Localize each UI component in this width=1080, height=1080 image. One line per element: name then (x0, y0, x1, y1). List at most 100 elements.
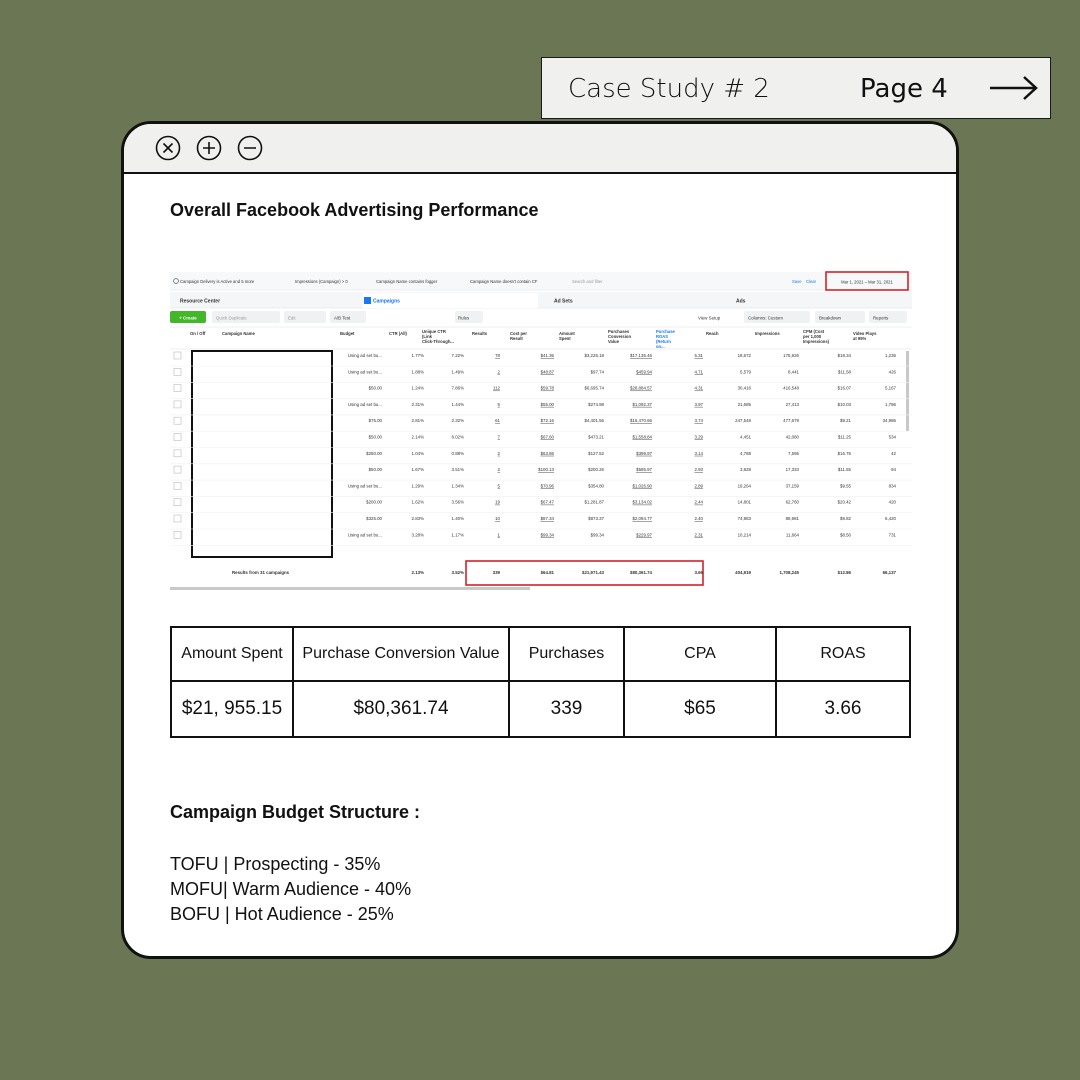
table-cell: $200.26 (588, 467, 604, 472)
table-cell[interactable]: $48.87 (541, 369, 555, 374)
totals-cell: 1,708,245 (779, 570, 799, 575)
row-checkbox[interactable] (173, 368, 182, 376)
horizontal-scrollbar[interactable] (170, 587, 530, 590)
columns-button[interactable]: Columns: Custom (748, 316, 783, 321)
table-cell[interactable]: $72.16 (541, 418, 555, 423)
ads-manager-screenshot: Campaign Delivery is Active and 5 more Im… (170, 269, 912, 591)
table-cell[interactable]: $99.34 (541, 532, 555, 537)
table-cell: 1.67% (412, 467, 425, 472)
level-tab[interactable]: Resource Center (180, 299, 220, 305)
table-cell[interactable]: 78 (495, 353, 500, 358)
level-tab[interactable]: Ads (736, 299, 746, 305)
row-checkbox[interactable] (173, 514, 182, 523)
table-cell[interactable]: $87.34 (541, 516, 555, 521)
view-setup-button[interactable]: View Setup (698, 316, 721, 321)
row-checkbox[interactable] (173, 449, 182, 458)
table-cell[interactable]: 4.71 (694, 369, 703, 374)
table-cell: 10,214 (738, 532, 752, 537)
table-cell[interactable]: 3.29 (694, 435, 703, 440)
table-cell[interactable]: $28,884.57 (630, 386, 653, 391)
rules-button[interactable]: Rules (458, 316, 470, 321)
table-cell[interactable]: 2.89 (694, 483, 703, 488)
table-cell[interactable]: $70.96 (541, 483, 555, 488)
ab-test-button[interactable]: A/B Test (334, 316, 351, 321)
row-checkbox[interactable] (173, 384, 182, 392)
table-cell[interactable]: 5.31 (694, 353, 703, 358)
table-cell: $325.00 (366, 516, 382, 521)
table-cell: 7,595 (788, 451, 800, 456)
table-cell: 1.04% (412, 451, 425, 456)
save-filter-link[interactable]: Save (792, 279, 802, 284)
edit-button[interactable]: Edit (288, 316, 296, 321)
table-cell[interactable]: $67.60 (541, 435, 555, 440)
table-cell[interactable]: $1,026.90 (632, 483, 652, 488)
table-cell[interactable]: $17,135.46 (630, 353, 653, 358)
level-tab[interactable]: Ad Sets (554, 299, 573, 305)
table-cell[interactable]: 112 (493, 386, 501, 391)
table-cell[interactable]: $59.78 (541, 386, 555, 391)
table-cell: 2.81% (412, 418, 425, 423)
table-cell: $16.07 (838, 386, 852, 391)
row-checkbox[interactable] (173, 465, 182, 474)
row-checkbox[interactable] (173, 351, 182, 360)
table-scrollbar[interactable] (906, 351, 909, 431)
table-cell[interactable]: 2.93 (694, 467, 703, 472)
table-cell: Using ad set bu... (348, 402, 382, 407)
date-range-picker[interactable]: Mar 1, 2021 – Mar 31, 2021 (841, 280, 893, 285)
table-cell[interactable]: $2,094.77 (632, 516, 652, 521)
filter-chip[interactable]: Campaign Delivery is Active and 5 more (180, 279, 255, 284)
table-cell: $50.00 (369, 386, 383, 391)
table-cell: 1.17% (452, 532, 465, 537)
row-checkbox[interactable] (173, 530, 182, 539)
filter-search-input[interactable]: Search and filter (572, 279, 603, 284)
table-cell[interactable]: $16,470.66 (630, 418, 653, 423)
table-cell[interactable]: $1,558.84 (632, 435, 652, 440)
table-cell[interactable]: $3,134.02 (632, 500, 652, 505)
table-cell[interactable]: 3.97 (694, 402, 703, 407)
create-button-label[interactable]: + Create (179, 316, 197, 321)
table-cell[interactable]: $1,092.37 (632, 402, 652, 407)
filter-chip[interactable]: Campaign Name contains fogger (376, 279, 438, 284)
filter-chip[interactable]: Campaign Name doesn't contain CF (470, 279, 538, 284)
table-cell[interactable]: $459.94 (636, 369, 652, 374)
arrow-right-icon[interactable] (988, 72, 1040, 104)
table-cell[interactable]: 10 (495, 516, 500, 521)
table-cell[interactable]: 19 (495, 500, 500, 505)
table-cell[interactable]: 2.44 (694, 500, 703, 505)
table-cell[interactable]: $41.36 (541, 353, 555, 358)
table-cell[interactable]: $585.97 (636, 467, 652, 472)
table-cell[interactable]: 4.31 (694, 386, 703, 391)
row-checkbox[interactable] (173, 482, 182, 490)
table-cell[interactable]: $67.47 (541, 500, 555, 505)
table-cell[interactable]: 3.14 (694, 451, 703, 456)
row-checkbox[interactable] (173, 400, 182, 409)
table-cell: 14,801 (738, 500, 752, 505)
table-cell: 1.40% (452, 516, 465, 521)
close-icon[interactable] (155, 135, 181, 161)
breakdown-button[interactable]: Breakdown (819, 316, 842, 321)
table-cell: 42,080 (786, 435, 800, 440)
clear-filter-link[interactable]: Clear (806, 279, 817, 284)
summary-header-purchases: Purchases (508, 626, 625, 682)
table-cell: 37,159 (786, 483, 800, 488)
reports-button[interactable]: Reports (873, 316, 889, 321)
row-checkbox[interactable] (173, 498, 182, 506)
table-cell[interactable]: 3.74 (694, 418, 703, 423)
table-cell[interactable]: 2.40 (694, 516, 703, 521)
level-tab[interactable]: Campaigns (373, 299, 400, 305)
table-cell: 1.44% (452, 402, 465, 407)
minus-icon[interactable] (237, 135, 263, 161)
duplicate-button[interactable]: Quick Duplicate (216, 316, 247, 321)
row-checkbox[interactable] (173, 433, 182, 441)
table-cell[interactable]: $100.13 (538, 467, 554, 472)
table-cell[interactable]: $229.97 (636, 532, 652, 537)
table-cell[interactable]: 61 (495, 418, 500, 423)
table-cell[interactable]: $399.97 (636, 451, 652, 456)
filter-chip[interactable]: Impressions (Campaign) > 0 (295, 279, 348, 284)
table-cell[interactable]: $55.00 (541, 402, 555, 407)
plus-icon[interactable] (196, 135, 222, 161)
table-cell[interactable]: 2.31 (694, 532, 703, 537)
table-cell[interactable]: $63.86 (541, 451, 555, 456)
row-checkbox[interactable] (173, 416, 182, 425)
column-header: on... (656, 344, 665, 349)
